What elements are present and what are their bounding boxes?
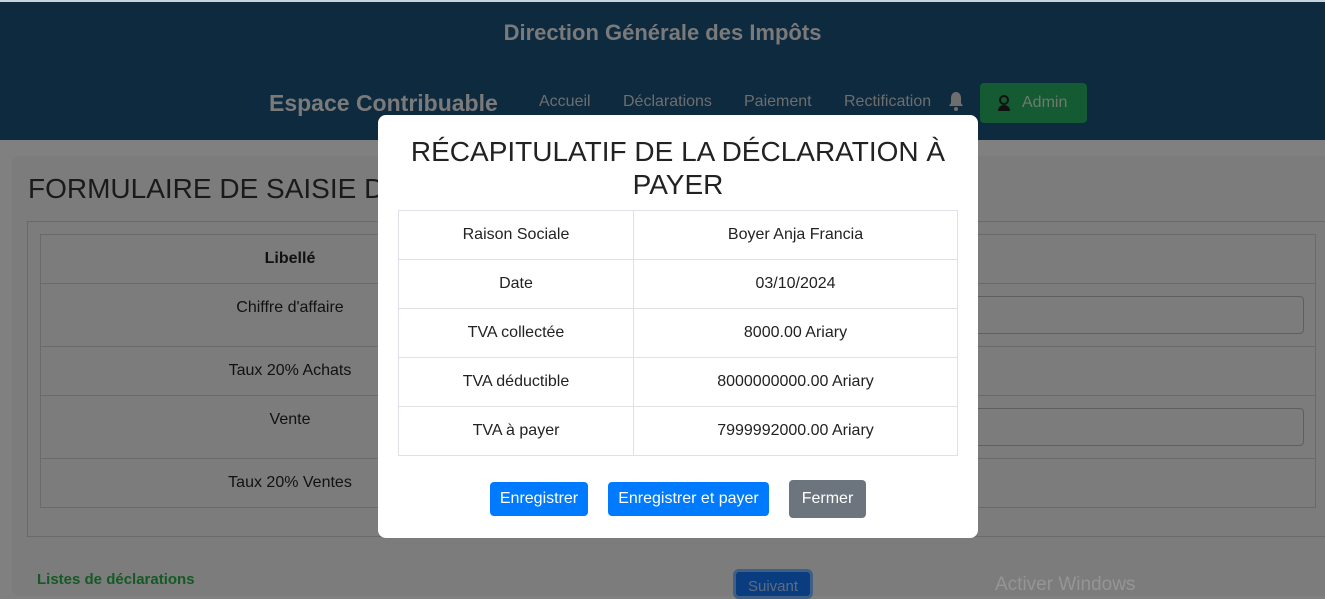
list-title: Listes de déclarations [37,571,195,588]
summary-modal: RÉCAPITULATIF DE LA DÉCLARATION À PAYER … [378,115,978,538]
table-row: Date 03/10/2024 [398,259,958,309]
admin-label: Admin [1022,94,1068,111]
row-value: 8000000000.00 Ariary [633,357,958,407]
table-row: TVA à payer 7999992000.00 Ariary [398,406,958,456]
row-value: Boyer Anja Francia [633,210,958,260]
row-label: Date [398,259,634,309]
nav-paiement[interactable]: Paiement [744,93,812,111]
table-row: TVA collectée 8000.00 Ariary [398,308,958,358]
next-button[interactable]: Suivant [733,569,813,599]
site-title: Direction Générale des Impôts [503,20,822,45]
row-value: 7999992000.00 Ariary [633,406,958,456]
admin-button[interactable]: Admin [980,83,1087,123]
bell-icon[interactable] [946,90,966,112]
windows-watermark: Activer Windows [995,574,1136,595]
user-icon [998,95,1010,111]
row-label: TVA collectée [398,308,634,358]
nav-declarations[interactable]: Déclarations [623,93,712,111]
modal-title: RÉCAPITULATIF DE LA DÉCLARATION À PAYER [410,136,946,200]
row-label: TVA à payer [398,406,634,456]
nav-rectification[interactable]: Rectification [844,93,931,111]
row-value: 8000.00 Ariary [633,308,958,358]
nav-accueil[interactable]: Accueil [539,93,591,111]
summary-table: Raison Sociale Boyer Anja Francia Date 03/… [398,210,958,456]
brand[interactable]: Espace Contribuable [269,90,498,117]
row-label: Raison Sociale [398,210,634,260]
save-and-pay-button[interactable]: Enregistrer et payer [608,482,769,516]
form-title: FORMULAIRE DE SAISIE DE [28,173,403,204]
row-value: 03/10/2024 [633,259,958,309]
table-row: Raison Sociale Boyer Anja Francia [398,210,958,260]
close-button[interactable]: Fermer [789,480,866,518]
row-label: TVA déductible [398,357,634,407]
save-button[interactable]: Enregistrer [490,482,588,516]
table-row: TVA déductible 8000000000.00 Ariary [398,357,958,407]
